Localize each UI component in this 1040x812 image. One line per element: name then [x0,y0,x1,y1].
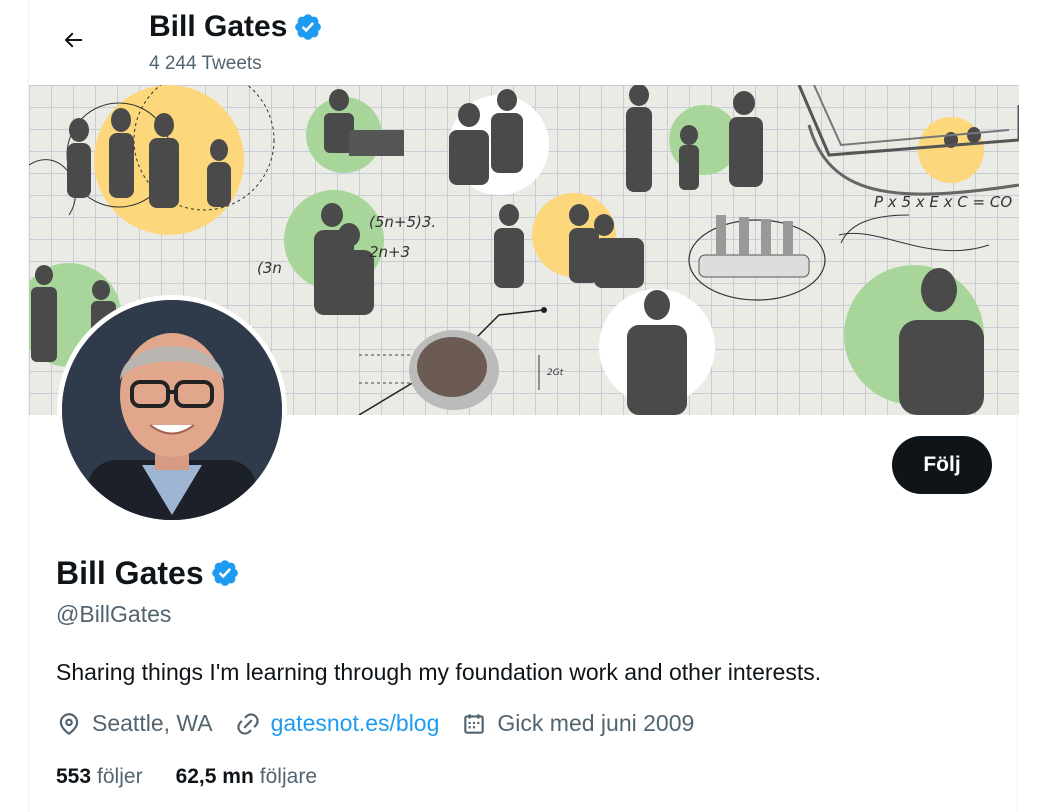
avatar[interactable] [57,295,287,525]
header-name-text: Bill Gates [149,10,288,43]
banner-eq-1: (5n+5)3. [369,213,436,231]
joined-item: Gick med juni 2009 [461,710,694,737]
following-count: 553 [56,765,92,788]
calendar-icon [464,713,485,734]
location-item: Seattle, WA [56,710,213,737]
tweets-count: 4 244 Tweets [149,53,262,74]
profile-column: Bill Gates 4 244 Tweets (5n+5)3. 2n+3 (3… [28,0,1019,812]
profile-name-text: Bill Gates [56,555,204,591]
header-title: Bill Gates [149,8,323,46]
following-count-link[interactable]: 553 följer [56,765,143,789]
profile-name: Bill Gates [56,553,240,593]
followers-count: 62,5 mn [175,765,254,788]
follow-button[interactable]: Följ [892,436,992,494]
profile-meta: Seattle, WA gatesnot.es/blog Gick med ju… [56,710,716,737]
banner-eq-2: 2n+3 [369,243,410,261]
followers-label: följare [259,765,317,788]
banner-eq-3: (3n [257,259,282,277]
joined-text: Gick med juni 2009 [497,710,695,736]
followers-count-link[interactable]: 62,5 mn följare [176,765,317,789]
profile-handle: @BillGates [56,601,172,627]
following-label: följer [97,765,143,788]
banner-eq-4: P x 5 x E x C = CO [874,193,1012,211]
profile-link[interactable]: gatesnot.es/blog [271,710,440,737]
verified-badge-icon[interactable] [210,558,240,588]
banner-eq-5: 2Gt [547,368,564,378]
avatar-image [62,300,282,520]
link-item[interactable]: gatesnot.es/blog [235,710,440,737]
verified-badge-icon[interactable] [293,12,323,42]
arrow-left-icon [64,32,82,48]
follow-counts: 553 följer 62,5 mn följare [56,765,350,789]
profile-bio: Sharing things I'm learning through my f… [56,659,822,685]
profile-header: Bill Gates 4 244 Tweets [29,0,1019,85]
location-pin-icon [59,712,79,735]
location-text: Seattle, WA [92,710,213,736]
link-icon [236,712,259,735]
back-button[interactable] [53,20,93,60]
